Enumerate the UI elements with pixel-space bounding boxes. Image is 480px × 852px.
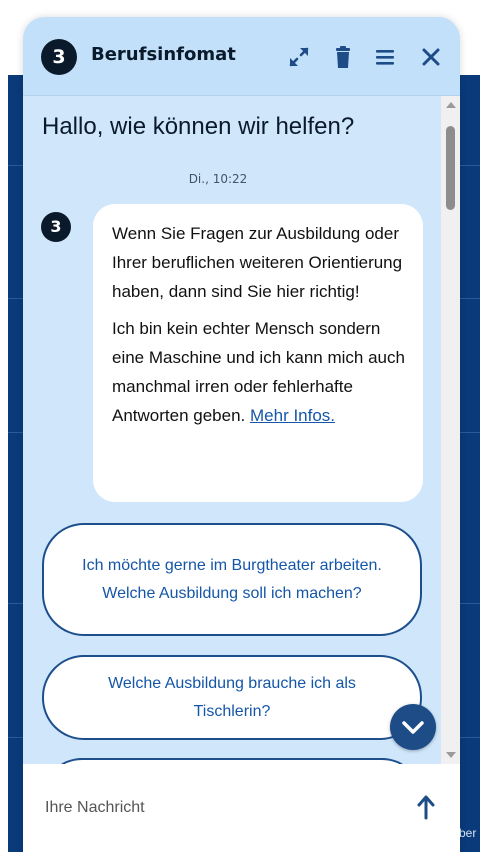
- send-button[interactable]: [414, 794, 438, 820]
- menu-button[interactable]: [371, 43, 399, 71]
- suggestion-button[interactable]: Welche Ausbildung brauche ich als Tischl…: [42, 655, 422, 740]
- greeting-heading: Hallo, wie können wir helfen?: [42, 113, 355, 140]
- scroll-to-bottom-button[interactable]: [390, 704, 436, 750]
- message-paragraph: Wenn Sie Fragen zur Ausbildung oder Ihre…: [112, 224, 403, 301]
- trash-icon: [336, 46, 350, 68]
- background-text: ber: [459, 826, 477, 840]
- scroll-up-arrow[interactable]: [446, 102, 456, 108]
- bot-message-bubble: Wenn Sie Fragen zur Ausbildung oder Ihre…: [93, 204, 423, 502]
- chat-messages[interactable]: Hallo, wie können wir helfen? Di., 10:22…: [23, 96, 460, 764]
- suggestion-button[interactable]: Ich möchte gerne im Burgtheater arbeiten…: [42, 523, 422, 636]
- more-info-link[interactable]: Mehr Infos.: [250, 406, 335, 425]
- bot-avatar: 3: [41, 212, 71, 242]
- message-input[interactable]: [43, 794, 387, 822]
- message-input-bar: [23, 764, 460, 852]
- message-timestamp: Di., 10:22: [188, 172, 248, 186]
- expand-button[interactable]: [285, 43, 313, 71]
- message-paragraph: Ich bin kein echter Mensch sondern eine …: [112, 314, 405, 430]
- chat-widget: 3 Berufsinfomat Hallo, wie können wir he…: [23, 17, 460, 852]
- chevron-down-icon: [402, 721, 424, 734]
- chat-header: 3 Berufsinfomat: [23, 17, 460, 96]
- scrollbar-thumb[interactable]: [446, 126, 455, 210]
- bot-logo: 3: [41, 39, 77, 75]
- send-arrow-icon: [417, 795, 435, 820]
- close-icon: [422, 48, 440, 66]
- menu-icon: [376, 50, 394, 65]
- delete-button[interactable]: [329, 43, 357, 71]
- close-button[interactable]: [417, 43, 445, 71]
- chat-title: Berufsinfomat: [91, 44, 236, 65]
- scrollbar[interactable]: [441, 96, 460, 764]
- expand-icon: [289, 47, 309, 67]
- scroll-down-arrow[interactable]: [446, 752, 456, 758]
